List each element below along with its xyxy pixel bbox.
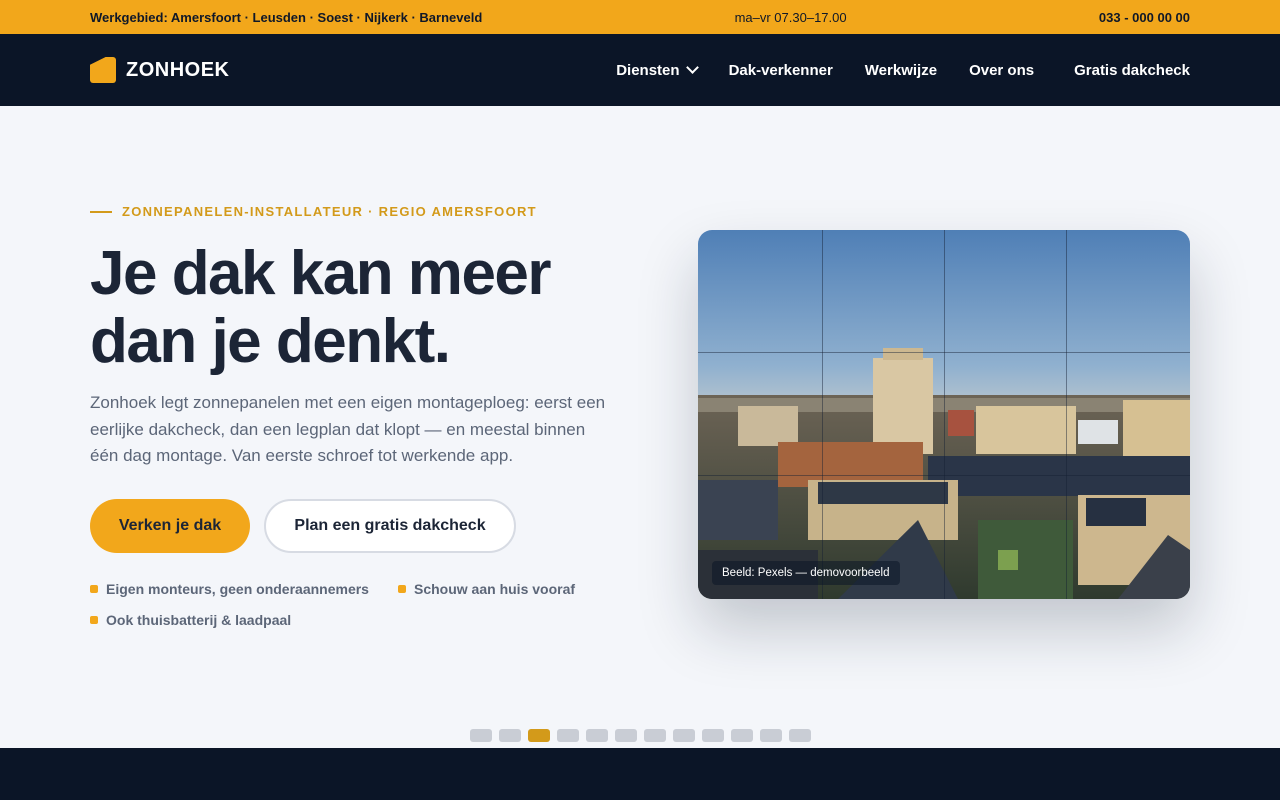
house-logo-icon (90, 57, 116, 83)
bullet-icon (90, 585, 98, 593)
hero-eyebrow: ZONNEPANELEN-INSTALLATEUR · REGIO AMERSF… (90, 204, 537, 219)
phone-link[interactable]: 033 - 000 00 00 (1099, 10, 1190, 25)
opening-hours-text: ma–vr 07.30–17.00 (734, 9, 847, 25)
carousel-dot-8[interactable] (673, 729, 695, 742)
feature-item: Schouw aan huis vooraf (398, 581, 575, 597)
carousel-dot-4[interactable] (557, 729, 579, 742)
carousel-dot-3[interactable] (528, 729, 550, 742)
carousel-dot-2[interactable] (499, 729, 521, 742)
nav-item-werkwijze[interactable]: Werkwijze (865, 62, 937, 79)
eyebrow-text: ZONNEPANELEN-INSTALLATEUR · REGIO AMERSF… (122, 204, 537, 219)
bullet-icon (398, 585, 406, 593)
hero-headline: Je dak kan meer dan je denkt. (90, 240, 650, 376)
photo-grid-line (698, 352, 1190, 353)
nav-item-label: Werkwijze (864, 61, 938, 79)
menu: Diensten Dak-verkenner Werkwijze Over on… (616, 61, 1190, 79)
feature-label: Ook thuisbatterij & laadpaal (106, 612, 292, 628)
nav-item-over-ons[interactable]: Over ons (969, 62, 1034, 79)
brand-logo[interactable]: ZONHOEK (90, 57, 230, 83)
headline-line-1: Je dak kan meer (90, 239, 552, 308)
hero-intro: Zonhoek legt zonnepanelen met een eigen … (90, 393, 606, 465)
photo-grid-line (944, 230, 945, 599)
service-area-text: Werkgebied: Amersfoort · Leusden · Soest… (90, 9, 483, 25)
eyebrow-divider (90, 210, 112, 213)
nav-item-label: Dak-verkenner (728, 61, 833, 79)
next-section-band (0, 748, 1280, 800)
image-caption: Beeld: Pexels — demovoorbeeld (712, 561, 900, 585)
carousel-dot-9[interactable] (702, 729, 724, 742)
explore-roof-button[interactable]: Verken je dak (90, 499, 250, 553)
feature-item: Eigen monteurs, geen onderaannemers (90, 581, 369, 597)
bullet-icon (90, 616, 98, 624)
photo-grid-line (698, 475, 1190, 476)
nav-item-label: Diensten (616, 61, 680, 79)
main-navigation: ZONHOEK Diensten Dak-verkenner Werkwijze… (0, 34, 1280, 106)
feature-label: Schouw aan huis vooraf (414, 581, 576, 597)
photo-grid-line (1066, 230, 1067, 599)
carousel-pagination (470, 729, 811, 742)
nav-item-diensten[interactable]: Diensten (616, 61, 699, 79)
nav-cta-gratis-dakcheck[interactable]: Gratis dakcheck (1074, 62, 1190, 79)
headline-line-2: dan je denkt. (90, 307, 451, 376)
carousel-dot-11[interactable] (760, 729, 782, 742)
nav-item-label: Over ons (969, 61, 1035, 79)
chevron-down-icon (685, 61, 699, 74)
brand-name: ZONHOEK (126, 58, 230, 81)
carousel-dot-1[interactable] (470, 729, 492, 742)
feature-label: Eigen monteurs, geen onderaannemers (106, 581, 369, 597)
carousel-dot-10[interactable] (731, 729, 753, 742)
photo-grid-line (822, 230, 823, 599)
carousel-dot-6[interactable] (615, 729, 637, 742)
hero-photo (698, 230, 1190, 599)
plan-dakcheck-button[interactable]: Plan een gratis dakcheck (264, 499, 516, 553)
top-info-bar: Werkgebied: Amersfoort · Leusden · Soest… (0, 0, 1280, 34)
feature-item: Ook thuisbatterij & laadpaal (90, 612, 291, 628)
carousel-dot-7[interactable] (644, 729, 666, 742)
carousel-dot-5[interactable] (586, 729, 608, 742)
carousel-dot-12[interactable] (789, 729, 811, 742)
nav-item-dak-verkenner[interactable]: Dak-verkenner (729, 62, 833, 79)
